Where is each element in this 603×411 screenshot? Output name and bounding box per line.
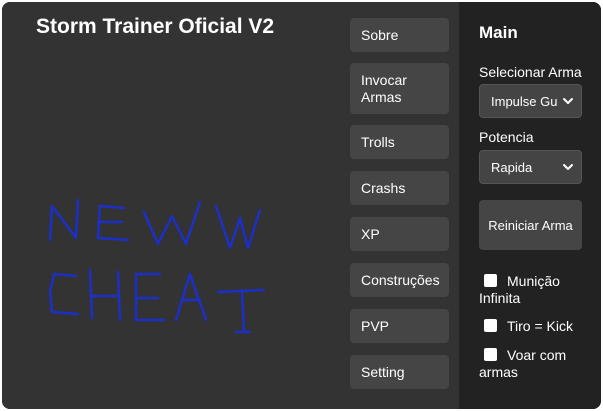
weapon-select-value: Impulse Gun [491,93,557,109]
power-select-value: Rapida [491,159,533,175]
weapon-label: Selecionar Arma [479,64,582,80]
power-label: Potencia [479,129,534,145]
reset-weapon-button[interactable]: Reiniciar Arma [479,200,582,250]
check-voar-armas: Voar com armas [479,347,591,381]
side-panel: Main Selecionar Arma Impulse Gun Potenci… [459,2,601,409]
menu-button-setting[interactable]: Setting [350,355,449,389]
chevron-down-icon [563,164,573,170]
panel-heading: Main [479,23,518,42]
check-municao-infinita: Munição Infinita [479,273,591,307]
main-area: Storm Trainer Oficial V2 [2,2,342,409]
menu-button-invocar-armas[interactable]: Invocar Armas [350,63,449,114]
power-select[interactable]: Rapida [479,150,582,184]
check-label-tiro: Tiro = Kick [507,318,573,334]
check-tiro-kick: Tiro = Kick [479,318,591,335]
app-title: Storm Trainer Oficial V2 [36,15,275,38]
menu-button-crashs[interactable]: Crashs [350,171,449,205]
checkbox-icon[interactable] [484,348,497,361]
menu-button-pvp[interactable]: PVP [350,309,449,343]
checkbox-icon[interactable] [484,274,497,287]
weapon-select[interactable]: Impulse Gun [479,84,582,118]
handwritten-drawing [48,198,266,334]
menu-button-trolls[interactable]: Trolls [350,125,449,159]
checkbox-icon[interactable] [484,319,497,332]
chevron-down-icon [563,98,573,104]
trainer-window: Storm Trainer Oficial V2 Sobre Invocar A… [2,2,601,409]
menu-button-sobre[interactable]: Sobre [350,18,449,52]
menu-button-xp[interactable]: XP [350,217,449,251]
menu-button-construcoes[interactable]: Construções [350,263,449,297]
